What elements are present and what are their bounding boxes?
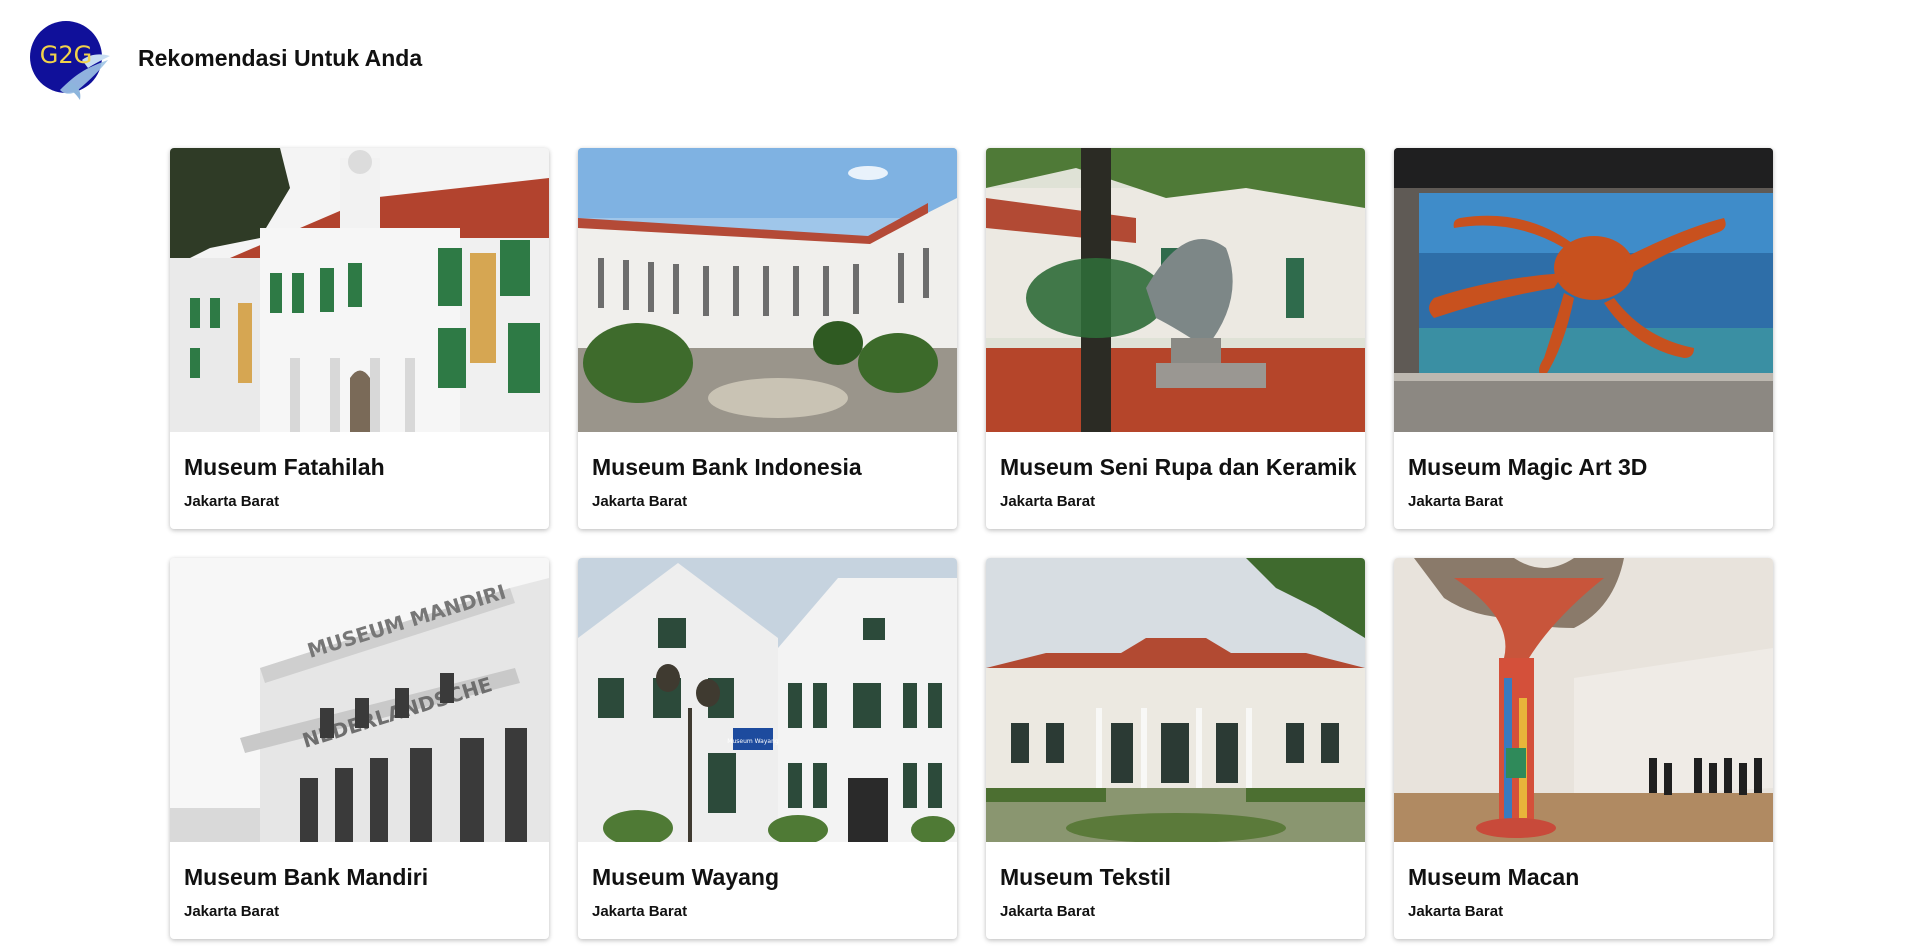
museum-card[interactable]: Museum Bank Indonesia Jakarta Barat	[578, 148, 957, 529]
museum-card[interactable]: Museum Macan Jakarta Barat	[1394, 558, 1773, 939]
card-title: Museum Bank Indonesia	[592, 454, 862, 480]
museum-card[interactable]: Museum Wayang Museum Wayang Jakarta Bara…	[578, 558, 957, 939]
page-title: Rekomendasi Untuk Anda	[138, 45, 423, 71]
card-title: Museum Macan	[1408, 864, 1580, 890]
card-title: Museum Seni Rupa dan Keramik	[1000, 454, 1357, 480]
museum-card[interactable]: Museum Fatahilah Jakarta Barat	[170, 148, 549, 529]
museum-tekstil-photo	[986, 558, 1365, 842]
card-title: Museum Fatahilah	[184, 454, 385, 480]
museum-fatahilah-photo	[170, 148, 549, 432]
museum-card[interactable]: MUSEUM MANDIRI NEDERLANDSCHE Museum Bank…	[170, 558, 549, 939]
page-header: G2G Rekomendasi Untuk Anda	[0, 0, 1920, 110]
museum-macan-photo	[1394, 558, 1773, 842]
card-location: Jakarta Barat	[184, 493, 280, 510]
recommendation-grid: Museum Fatahilah Jakarta Barat Museum Ba…	[170, 148, 1778, 939]
logo-text: G2G	[39, 41, 93, 69]
museum-seni-rupa-photo	[986, 148, 1365, 432]
museum-wayang-photo: Museum Wayang	[578, 558, 957, 842]
museum-bank-indonesia-photo	[578, 148, 957, 432]
card-location: Jakarta Barat	[1000, 493, 1096, 510]
wayang-sign: Museum Wayang	[727, 738, 779, 745]
museum-card[interactable]: Museum Magic Art 3D Jakarta Barat	[1394, 148, 1773, 529]
card-location: Jakarta Barat	[184, 903, 280, 920]
card-location: Jakarta Barat	[1408, 903, 1504, 920]
card-location: Jakarta Barat	[592, 903, 688, 920]
card-location: Jakarta Barat	[592, 493, 688, 510]
museum-card[interactable]: Museum Seni Rupa dan Keramik Jakarta Bar…	[986, 148, 1365, 529]
card-location: Jakarta Barat	[1000, 903, 1096, 920]
g2g-logo[interactable]: G2G	[30, 20, 112, 102]
museum-bank-mandiri-photo: MUSEUM MANDIRI NEDERLANDSCHE	[170, 558, 549, 842]
museum-magic-art-photo	[1394, 148, 1773, 432]
card-title: Museum Magic Art 3D	[1408, 454, 1648, 480]
card-title: Museum Tekstil	[1000, 864, 1171, 890]
card-location: Jakarta Barat	[1408, 493, 1504, 510]
card-title: Museum Bank Mandiri	[184, 864, 429, 890]
card-title: Museum Wayang	[592, 864, 780, 890]
museum-card[interactable]: Museum Tekstil Jakarta Barat	[986, 558, 1365, 939]
